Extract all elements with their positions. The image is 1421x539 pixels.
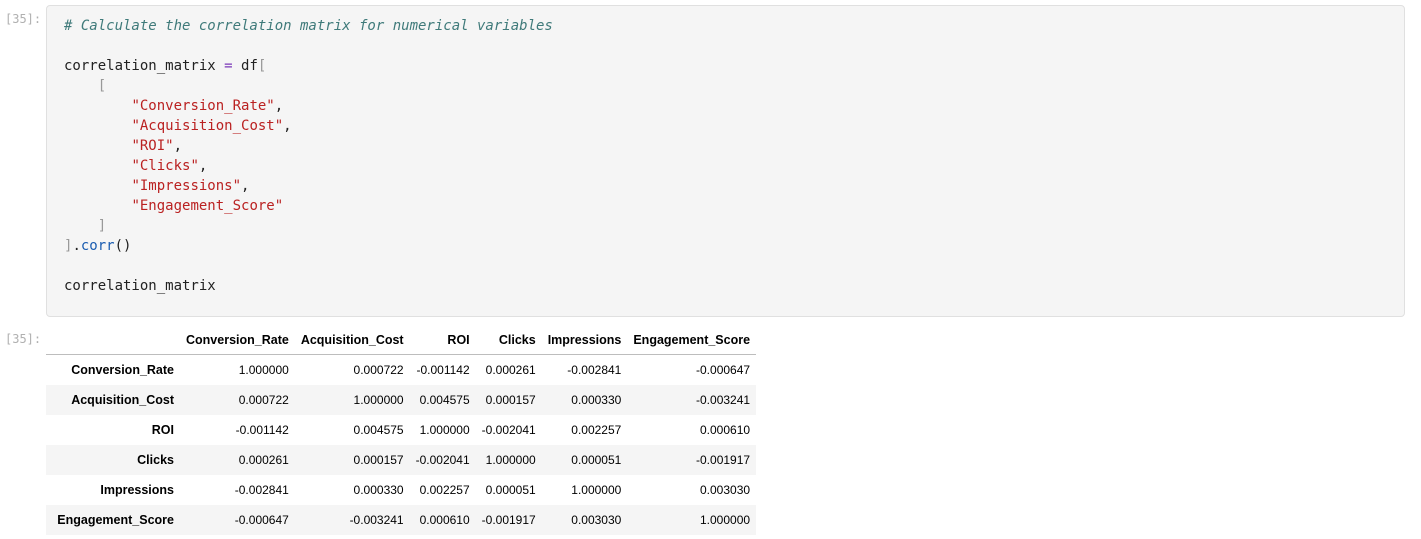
- column-header: Clicks: [475, 326, 542, 355]
- table-cell: 0.002257: [419, 482, 470, 497]
- table-cell: -0.000647: [696, 362, 751, 377]
- code-cell[interactable]: # Calculate the correlation matrix for n…: [46, 5, 1405, 317]
- table-cell: -0.001917: [481, 512, 536, 527]
- table-row: Engagement_Score -0.000647 -0.003241 0.0…: [46, 504, 757, 535]
- code-comment: # Calculate the correlation matrix for n…: [64, 18, 553, 34]
- code-comma: ,: [173, 138, 183, 154]
- table-cell: 1.000000: [485, 452, 536, 467]
- column-header: Impressions: [541, 326, 628, 355]
- code-column-string: "ROI": [131, 138, 174, 154]
- table-cell: 0.000261: [485, 362, 536, 377]
- table-row: Conversion_Rate 1.000000 0.000722 -0.001…: [46, 355, 756, 385]
- table-cell: -0.002041: [415, 452, 470, 467]
- table-cell: 0.002257: [571, 422, 622, 437]
- code-line-list-close: ]: [64, 216, 553, 236]
- table-cell: 0.000261: [238, 452, 289, 467]
- column-header: Acquisition_Cost: [294, 326, 410, 355]
- table-cell: 0.003030: [571, 512, 622, 527]
- table-cell: -0.001142: [235, 422, 289, 437]
- table-cell: 0.004575: [419, 392, 470, 407]
- code-line-list-open: [: [64, 76, 553, 96]
- table-cell: -0.003241: [349, 512, 404, 527]
- input-prompt: [35]:: [5, 12, 42, 26]
- code-variable: correlation_matrix: [64, 58, 216, 74]
- table-cell: 0.004575: [353, 422, 404, 437]
- code-list-close: ]: [97, 218, 107, 234]
- table-cell: 0.000330: [353, 482, 404, 497]
- table-cell: -0.002041: [481, 422, 536, 437]
- code-comma: ,: [241, 178, 250, 194]
- table-cell: 0.000610: [419, 512, 470, 527]
- table-cell: 0.000610: [700, 422, 751, 437]
- code-method-dot: .: [72, 238, 81, 254]
- table-row: Clicks 0.000261 0.000157 -0.002041 1.000…: [46, 444, 757, 475]
- table-cell: 0.000051: [485, 482, 536, 497]
- table-cell: 1.000000: [700, 512, 751, 527]
- code-output-variable: correlation_matrix: [64, 278, 216, 294]
- code-editor[interactable]: # Calculate the correlation matrix for n…: [64, 16, 553, 296]
- table-cell: 0.000330: [571, 392, 622, 407]
- table-cell: -0.002841: [234, 482, 289, 497]
- table-cell: 1.000000: [353, 392, 404, 407]
- code-method-name: corr: [80, 238, 115, 254]
- table-cell: 0.003030: [700, 482, 751, 497]
- code-open-bracket: [: [257, 58, 267, 74]
- table-row: Acquisition_Cost 0.000722 1.000000 0.004…: [46, 384, 757, 415]
- table-cell: -0.001917: [696, 452, 751, 467]
- code-column-string: "Clicks": [131, 158, 199, 174]
- row-header: Engagement_Score: [57, 512, 174, 527]
- code-line-column: "ROI",: [64, 136, 553, 156]
- row-header: Clicks: [137, 452, 174, 467]
- code-assign-operator: =: [215, 58, 242, 74]
- table-cell: 0.000051: [571, 452, 622, 467]
- table-header-row: Conversion_Rate Acquisition_Cost ROI Cli…: [46, 326, 757, 355]
- code-line-column: "Impressions",: [64, 176, 553, 196]
- code-column-string: "Conversion_Rate": [131, 98, 275, 114]
- table-cell: 1.000000: [571, 482, 622, 497]
- code-line-corr: ].corr(): [64, 236, 553, 256]
- code-column-string: "Impressions": [131, 178, 242, 194]
- output-prompt: [35]:: [5, 332, 42, 346]
- code-comma: ,: [198, 158, 208, 174]
- table-cell: 0.000722: [238, 392, 289, 407]
- code-comma: ,: [283, 118, 292, 134]
- table-cell: 0.000722: [353, 362, 404, 377]
- code-method-parens: (): [114, 238, 132, 254]
- table-cell: -0.003241: [696, 392, 751, 407]
- table-cell: -0.000647: [234, 512, 289, 527]
- table-corner-cell: [46, 326, 180, 355]
- code-comma: ,: [274, 98, 284, 114]
- table-cell: -0.002841: [567, 362, 622, 377]
- table-cell: 0.000157: [353, 452, 404, 467]
- column-header: ROI: [409, 326, 476, 355]
- column-header: Engagement_Score: [627, 326, 757, 355]
- table-cell: -0.001142: [416, 362, 470, 377]
- table-row: Impressions -0.002841 0.000330 0.002257 …: [46, 475, 756, 505]
- code-column-string: "Acquisition_Cost": [131, 118, 284, 134]
- code-line-assign: correlation_matrix = df[: [64, 56, 553, 76]
- code-line-column: "Conversion_Rate",: [64, 96, 553, 116]
- row-header: Impressions: [100, 482, 174, 497]
- code-line-column: "Engagement_Score": [64, 196, 553, 216]
- table-cell: 0.000157: [485, 392, 536, 407]
- code-df-name: df: [241, 58, 258, 74]
- table-cell: 1.000000: [238, 362, 289, 377]
- code-line-output-var: correlation_matrix: [64, 276, 553, 296]
- table-cell: 1.000000: [419, 422, 470, 437]
- row-header: Conversion_Rate: [71, 362, 174, 377]
- code-line-column: "Clicks",: [64, 156, 553, 176]
- table-row: ROI -0.001142 0.004575 1.000000 -0.00204…: [46, 415, 756, 445]
- row-header: ROI: [151, 422, 174, 437]
- code-column-string: "Engagement_Score": [131, 198, 284, 214]
- code-line-column: "Acquisition_Cost",: [64, 116, 553, 136]
- row-header: Acquisition_Cost: [71, 392, 174, 407]
- column-header: Conversion_Rate: [180, 326, 295, 355]
- code-line-comment: # Calculate the correlation matrix for n…: [64, 16, 553, 36]
- correlation-table: Conversion_Rate Acquisition_Cost ROI Cli…: [46, 326, 757, 535]
- code-list-open: [: [97, 78, 107, 94]
